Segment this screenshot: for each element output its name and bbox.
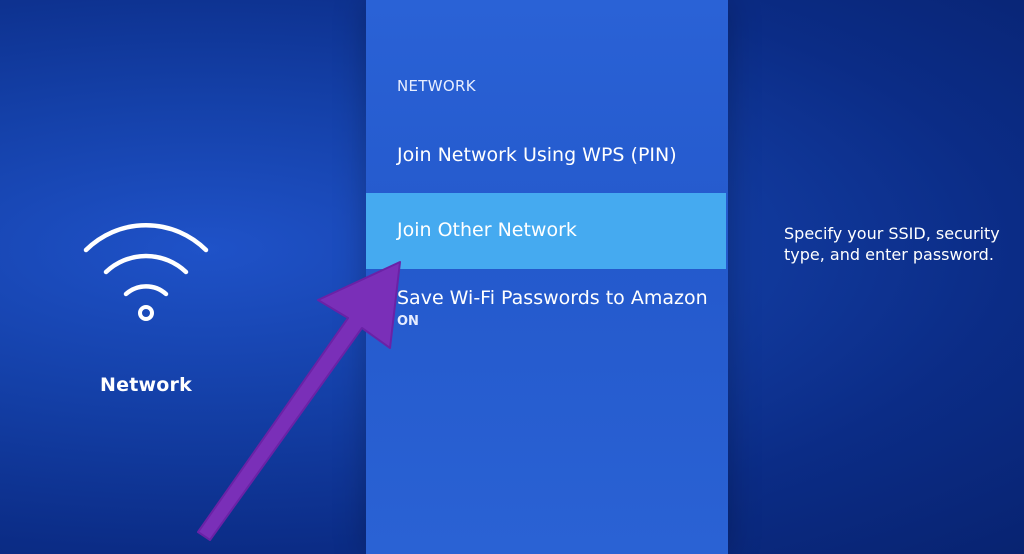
item-description: Specify your SSID, security type, and en… xyxy=(784,224,1000,264)
category-label: Network xyxy=(100,374,192,396)
category-panel: Network xyxy=(0,0,366,554)
wifi-icon xyxy=(83,222,209,321)
menu-item-label: Join Network Using WPS (PIN) xyxy=(397,144,677,166)
menu-item-join-wps[interactable]: Join Network Using WPS (PIN) xyxy=(366,136,726,178)
menu-header: NETWORK xyxy=(397,77,476,95)
menu-item-label: Join Other Network xyxy=(397,219,577,241)
menu-item-save-wifi-passwords[interactable]: Save Wi-Fi Passwords to Amazon ON xyxy=(366,282,726,338)
menu-item-join-other-network[interactable]: Join Other Network xyxy=(366,193,726,269)
network-menu: NETWORK Join Network Using WPS (PIN) Joi… xyxy=(366,0,728,554)
menu-item-value: ON xyxy=(397,314,419,329)
fire-tv-settings-screen: Network NETWORK Join Network Using WPS (… xyxy=(0,0,1024,554)
menu-item-label: Save Wi-Fi Passwords to Amazon xyxy=(397,287,708,309)
